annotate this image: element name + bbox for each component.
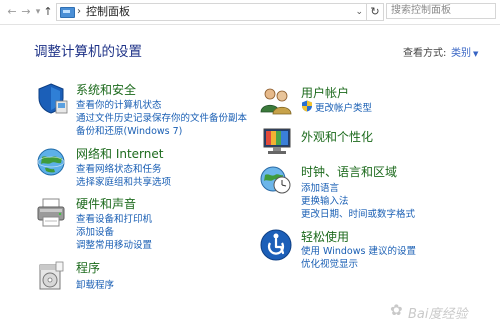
breadcrumb-control-panel[interactable]: 控制面板: [86, 4, 130, 20]
search-input[interactable]: [386, 3, 496, 19]
recent-locations-chevron-icon[interactable]: ▾: [34, 4, 42, 20]
uac-shield-icon: [302, 100, 312, 112]
appearance-icon[interactable]: [259, 124, 293, 158]
forward-arrow-icon[interactable]: →: [20, 4, 32, 20]
link-add-language[interactable]: 添加语言: [301, 180, 339, 194]
link-change-input-method[interactable]: 更换输入法: [301, 193, 349, 207]
user-accounts-icon[interactable]: [259, 84, 293, 118]
refresh-icon[interactable]: ↻: [366, 3, 384, 21]
watermark-text: Bai度经验: [408, 307, 468, 322]
link-homegroup-sharing[interactable]: 选择家庭组和共享选项: [76, 174, 171, 188]
paw-icon: ✿: [390, 301, 403, 319]
link-view-computer-status[interactable]: 查看你的计算机状态: [76, 97, 162, 111]
address-bar: ← → ▾ ↑ › 控制面板 ⌄ ↻: [0, 0, 500, 25]
address-dropdown-chevron-icon[interactable]: ⌄: [355, 4, 363, 20]
clock-globe-icon[interactable]: [259, 163, 293, 197]
programs-icon[interactable]: [34, 259, 68, 293]
breadcrumb-separator-icon[interactable]: ›: [77, 4, 81, 20]
category-title-clock-language-region[interactable]: 时钟、语言和区域: [301, 163, 397, 180]
shield-icon[interactable]: [34, 81, 68, 115]
ease-of-access-icon[interactable]: [259, 228, 293, 262]
category-title-network-internet[interactable]: 网络和 Internet: [76, 145, 163, 162]
chevron-down-icon[interactable]: ▼: [473, 50, 478, 58]
address-path-box[interactable]: › 控制面板 ⌄: [56, 3, 367, 21]
up-arrow-icon[interactable]: ↑: [42, 4, 54, 20]
link-devices-printers[interactable]: 查看设备和打印机: [76, 211, 152, 225]
baidu-watermark: ✿ Bai度经验: [390, 300, 494, 322]
category-title-appearance[interactable]: 外观和个性化: [301, 128, 373, 145]
link-optimize-visual-display[interactable]: 优化视觉显示: [301, 256, 358, 270]
link-uninstall-program[interactable]: 卸载程序: [76, 277, 114, 291]
back-arrow-icon[interactable]: ←: [6, 4, 18, 20]
control-panel-icon: [60, 7, 75, 18]
page-title: 调整计算机的设置: [34, 44, 142, 60]
link-network-status-tasks[interactable]: 查看网络状态和任务: [76, 161, 162, 175]
view-by-label: 查看方式:: [403, 48, 447, 59]
link-change-date-time-format[interactable]: 更改日期、时间或数字格式: [301, 206, 415, 220]
view-by-value[interactable]: 类别: [451, 48, 471, 59]
printer-icon[interactable]: [34, 195, 68, 229]
category-title-system-security[interactable]: 系统和安全: [76, 81, 136, 98]
link-change-account-type[interactable]: 更改帐户类型: [315, 100, 372, 114]
link-file-history-backup[interactable]: 通过文件历史记录保存你的文件备份副本: [76, 110, 247, 124]
category-title-hardware-sound[interactable]: 硬件和声音: [76, 195, 136, 212]
link-mobility-settings[interactable]: 调整常用移动设置: [76, 237, 152, 251]
category-title-programs[interactable]: 程序: [76, 259, 100, 276]
category-title-user-accounts[interactable]: 用户帐户: [301, 84, 349, 101]
link-backup-restore[interactable]: 备份和还原(Windows 7): [76, 123, 182, 137]
globe-network-icon[interactable]: [34, 145, 68, 179]
link-add-device[interactable]: 添加设备: [76, 224, 114, 238]
link-windows-recommended-settings[interactable]: 使用 Windows 建议的设置: [301, 243, 416, 257]
view-by-dropdown[interactable]: 类别 ▼: [451, 44, 478, 59]
